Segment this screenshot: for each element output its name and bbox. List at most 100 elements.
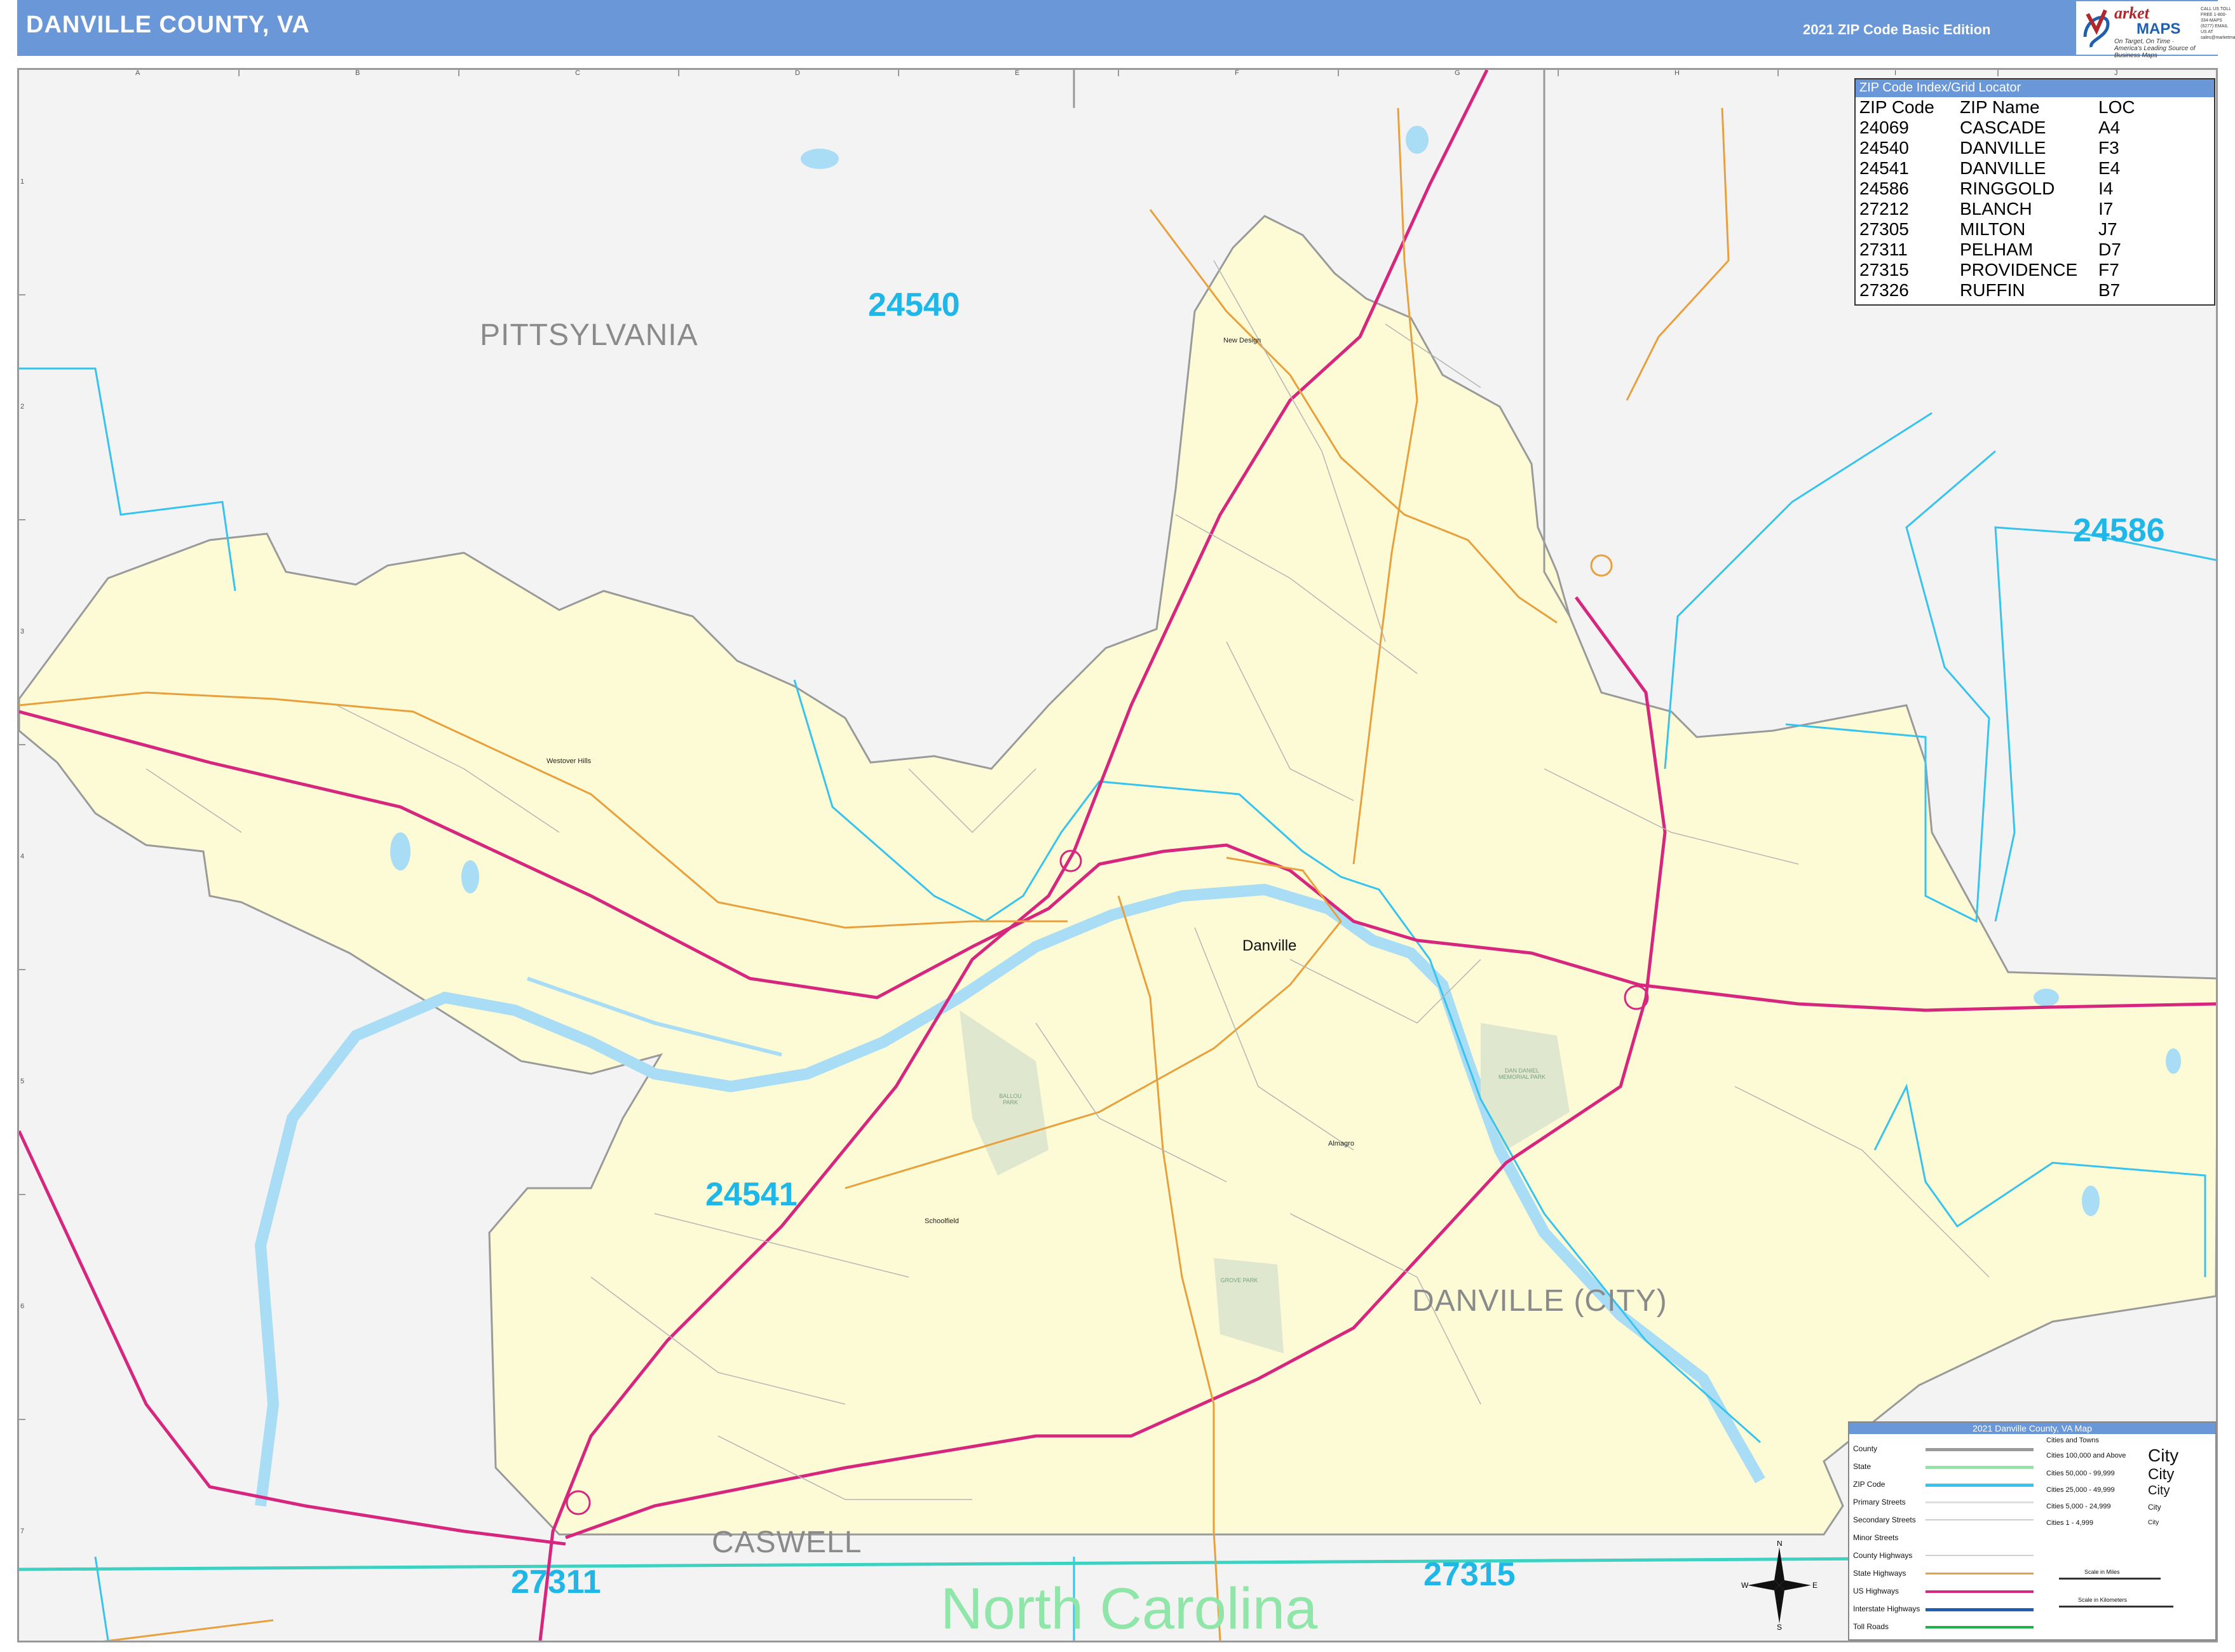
place-label-new-design[interactable]: New Design	[1223, 337, 1261, 344]
scale-km-label: Scale in Kilometers	[2078, 1597, 2128, 1603]
zip-name-cell: DANVILLE	[1960, 138, 2046, 158]
grid-col-label: J	[2114, 69, 2118, 77]
legend-sample-zip	[1926, 1484, 2034, 1487]
legend-item-primary: Primary Streets	[1853, 1498, 1906, 1506]
legend-item-state-hwy: State Highways	[1853, 1569, 1906, 1578]
table-row: 24069 CASCADE A4	[1857, 118, 2138, 138]
legend-item-minor: Minor Streets	[1853, 1533, 1899, 1542]
compass-n: N	[1777, 1541, 1783, 1548]
zip-label-24586: 24586	[2073, 512, 2165, 549]
zip-label-24540: 24540	[868, 287, 960, 323]
zip-loc-cell: I7	[2098, 199, 2114, 219]
map-legend: 2021 Danville County, VA Map County Stat…	[1848, 1421, 2217, 1641]
zip-label-24541: 24541	[705, 1176, 798, 1213]
legend-item-state: State	[1853, 1462, 1872, 1471]
legend-city-class-range: Cities 1 - 4,999	[2046, 1519, 2093, 1527]
table-row: 27305 MILTON J7	[1857, 219, 2138, 240]
lake	[2082, 1186, 2100, 1216]
zip-name-cell: RUFFIN	[1960, 280, 2025, 300]
logo-name-bottom: MAPS	[2136, 20, 2181, 37]
map-header: DANVILLE COUNTY, VA 2021 ZIP Code Basic …	[17, 0, 2235, 59]
legend-sample-county	[1926, 1448, 2034, 1451]
table-row: 24541 DANVILLE E4	[1857, 158, 2138, 179]
zip-name-cell: DANVILLE	[1960, 158, 2046, 178]
zip-loc-cell: F7	[2098, 260, 2119, 280]
zip-loc-cell: E4	[2098, 158, 2121, 178]
map-title: DANVILLE COUNTY, VA	[26, 11, 310, 38]
zip-index-grid: ZIP Code ZIP Name LOC 24069 CASCADE A4 245…	[1857, 97, 2138, 301]
place-label-almagro[interactable]: Almagro	[1328, 1140, 1354, 1148]
table-row: 27326 RUFFIN B7	[1857, 280, 2138, 301]
legend-item-county: County	[1853, 1444, 1878, 1453]
legend-title: 2021 Danville County, VA Map	[1849, 1423, 2215, 1434]
park-label-ballou: BALLOU PARK	[999, 1093, 1022, 1106]
park-label-dan-daniel: DAN DANIEL MEMORIAL PARK	[1498, 1067, 1545, 1080]
zip-loc-cell: I4	[2098, 179, 2114, 198]
legend-cities-title: Cities and Towns	[2046, 1437, 2099, 1444]
grid-col-label: D	[795, 69, 800, 77]
zip-name-cell: CASCADE	[1960, 118, 2046, 137]
grid-col-label: C	[575, 69, 580, 77]
zip-loc-cell: J7	[2098, 219, 2117, 239]
table-row: 24586 RINGGOLD I4	[1857, 179, 2138, 199]
place-label-schoolfield[interactable]: Schoolfield	[925, 1217, 959, 1225]
grid-row-label: 5	[20, 1078, 25, 1085]
zip-code-cell: 27311	[1859, 240, 1908, 259]
interchange	[1590, 554, 1613, 577]
lake	[2034, 989, 2059, 1006]
compass-s: S	[1777, 1623, 1782, 1630]
lake	[801, 149, 839, 169]
park-label-grove: GROVE PARK	[1220, 1277, 1258, 1283]
city-label-danville[interactable]: Danville	[1242, 937, 1296, 955]
zip-code-cell: 24586	[1859, 179, 1909, 198]
grid-row-label: 4	[20, 853, 25, 860]
county-area	[19, 215, 2216, 1536]
legend-sample-primary	[1926, 1501, 2034, 1503]
lake	[461, 860, 479, 893]
scale-miles-bar	[2059, 1578, 2161, 1580]
legend-city-class-label: City	[2148, 1503, 2161, 1512]
legend-item-secondary: Secondary Streets	[1853, 1515, 1916, 1524]
table-row: 27311 PELHAM D7	[1857, 240, 2138, 260]
grid-row-label: 6	[20, 1303, 25, 1310]
grid-row-label: 7	[20, 1527, 25, 1535]
place-label-westover-hills[interactable]: Westover Hills	[547, 757, 591, 765]
table-row: 27315 PROVIDENCE F7	[1857, 260, 2138, 280]
grid-col-label: H	[1675, 69, 1680, 77]
zip-code-cell: 27315	[1859, 260, 1909, 280]
zip-name-cell: MILTON	[1960, 219, 2026, 239]
market-maps-logo: arket MAPS On Target, On Time · America'…	[2076, 1, 2235, 59]
lake	[2166, 1048, 2181, 1074]
grid-col-label: I	[1894, 69, 1897, 77]
legend-sample-state	[1926, 1466, 2034, 1469]
zip-code-cell: 24069	[1859, 118, 1909, 137]
state-highway	[1626, 107, 1730, 401]
zip-name-cell: BLANCH	[1960, 199, 2032, 219]
legend-sample-secondary	[1926, 1519, 2034, 1520]
zip-name-cell: RINGGOLD	[1960, 179, 2055, 198]
legend-sample-state-hwy	[1926, 1573, 2034, 1574]
region-label-pittsylvania: PITTSYLVANIA	[480, 318, 698, 352]
grid-col-label: A	[135, 69, 140, 77]
zip-code-cell: 27212	[1859, 199, 1909, 219]
us-highway-360	[19, 1130, 566, 1546]
table-row: 27212 BLANCH I7	[1857, 199, 2138, 219]
lake	[1406, 126, 1429, 154]
legend-city-class-range: Cities 50,000 - 99,999	[2046, 1470, 2115, 1477]
region-label-caswell: CASWELL	[712, 1526, 862, 1559]
legend-sample-toll	[1926, 1626, 2034, 1628]
zip-loc-cell: A4	[2098, 118, 2121, 137]
zip-label-27311: 27311	[511, 1564, 601, 1601]
legend-item-toll: Toll Roads	[1853, 1622, 1889, 1631]
grid-row-label: 2	[20, 403, 25, 410]
zip-index-table: ZIP Code Index/Grid Locator ZIP Code ZIP…	[1854, 78, 2215, 306]
grid-row-label: 1	[20, 178, 25, 186]
logo-contact: CALL US TOLL FREE 1-800-334-MAPS (6277) …	[2201, 7, 2235, 40]
legend-city-class-range: Cities 5,000 - 24,999	[2046, 1503, 2111, 1510]
zip-code-cell: 27326	[1859, 280, 1909, 300]
compass-rose-icon: N S W E	[1741, 1541, 1817, 1630]
table-row: 24540 DANVILLE F3	[1857, 138, 2138, 158]
zip-index-header: LOC	[2098, 97, 2135, 117]
zip-label-27315: 27315	[1423, 1556, 1516, 1593]
logo-tagline: On Target, On Time · America's Leading S…	[2114, 38, 2196, 59]
